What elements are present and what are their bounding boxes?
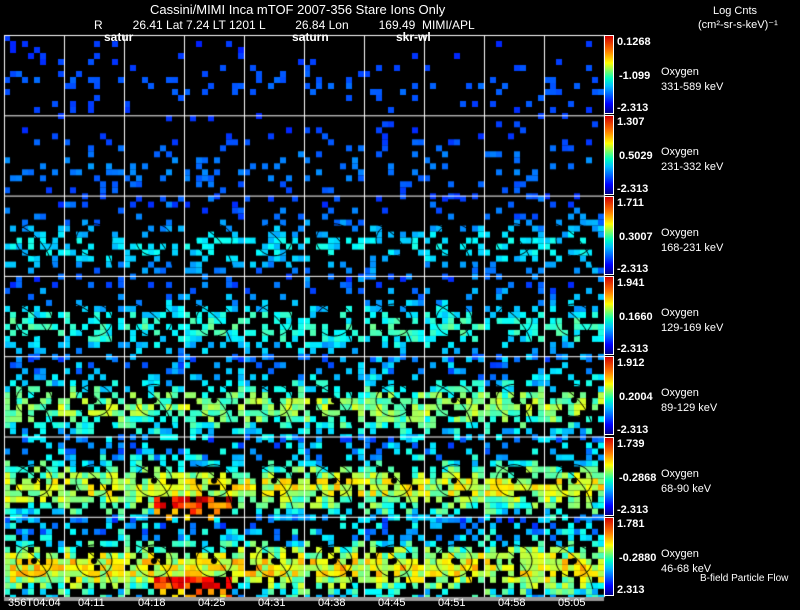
marker-label: saturn — [292, 30, 329, 44]
colorbar — [604, 275, 614, 356]
energy-range: 68-90 keV — [661, 482, 712, 495]
colorbar-max: 1.307 — [617, 116, 645, 129]
colorbar-max: 1.739 — [617, 437, 645, 450]
x-tick-label: 04:25 — [198, 597, 226, 609]
energy-range: 89-129 keV — [661, 402, 718, 415]
x-tick-label: 04:45 — [378, 597, 406, 609]
energy-range: 46-68 keV — [661, 562, 712, 575]
species: Oxygen — [661, 467, 699, 480]
colorbar-min: 2.313 — [617, 584, 645, 597]
x-tick-label: 356T04:04 — [8, 597, 61, 609]
species: Oxygen — [661, 146, 699, 159]
plot-title: Cassini/MIMI Inca mTOF 2007-356 Stare Io… — [150, 2, 446, 17]
x-tick-label: 04:11 — [78, 597, 105, 609]
colorbar-max: 1.781 — [617, 517, 645, 530]
colorbar-min: -2.313 — [617, 262, 649, 275]
marker-label: satur — [104, 30, 134, 44]
colorbar-min: -2.313 — [617, 423, 649, 436]
energy-range: 168-231 keV — [661, 241, 724, 254]
colorbar-max: 0.1268 — [617, 36, 651, 48]
x-tick-label: 04:51 — [438, 597, 466, 609]
row-label: Oxygen 68-90 keV — [661, 467, 711, 497]
colorbar-mid: 0.5029 — [619, 150, 653, 163]
colorbar-min: -2.313 — [617, 182, 649, 195]
species: Oxygen — [661, 66, 699, 78]
marker-label: skr-wl — [396, 30, 431, 44]
colorbar-max: 1.912 — [617, 357, 645, 370]
colorbar — [604, 115, 614, 195]
colorbar-mid: 0.3007 — [619, 230, 653, 243]
colorbar-mid: -0.2880 — [619, 551, 657, 564]
colorbar-mid: -1.099 — [619, 70, 651, 83]
colorbar-min: -2.313 — [617, 343, 649, 356]
x-tick-label: 04:38 — [318, 597, 346, 609]
colorbar-max: 1.711 — [617, 196, 644, 209]
row-label: Oxygen 168-231 keV — [661, 226, 723, 256]
colorbar-min: -2.313 — [617, 102, 649, 115]
row-label: Oxygen 46-68 keV — [661, 547, 711, 577]
colorbar-mid: 0.1660 — [619, 311, 653, 324]
species: Oxygen — [661, 387, 699, 400]
units-title: Log Cnts — [713, 5, 758, 17]
x-tick-label: 05:05 — [558, 597, 586, 609]
species: Oxygen — [661, 547, 699, 560]
colorbar — [604, 35, 614, 115]
energy-range: 129-169 keV — [661, 321, 724, 334]
colorbar — [604, 436, 614, 516]
units-label: (cm²-sr-s-keV)⁻¹ — [698, 19, 778, 31]
colorbar — [604, 356, 614, 436]
x-tick-label: 04:18 — [138, 597, 166, 609]
x-tick-label: 04:58 — [498, 597, 526, 609]
energy-range: 231-332 keV — [661, 161, 724, 174]
colorbar — [604, 195, 614, 275]
row-label: Oxygen 331-589 keV — [661, 65, 723, 95]
x-tick-label: 04:31 — [258, 597, 286, 609]
species: Oxygen — [661, 306, 699, 319]
colorbar — [604, 516, 614, 597]
colorbar-max: 1.941 — [617, 276, 645, 289]
colorbar-min: -2.313 — [617, 503, 649, 516]
row-label: Oxygen 89-129 keV — [661, 386, 717, 416]
colorbar-mid: 0.2004 — [619, 391, 653, 404]
colorbar-mid: -0.2868 — [619, 471, 657, 484]
bfield-note: B-field Particle Flow — [700, 573, 789, 584]
row-label: Oxygen 129-169 keV — [661, 306, 723, 336]
energy-range: 331-589 keV — [661, 81, 724, 93]
row-label: Oxygen 231-332 keV — [661, 145, 723, 175]
species: Oxygen — [661, 226, 699, 239]
